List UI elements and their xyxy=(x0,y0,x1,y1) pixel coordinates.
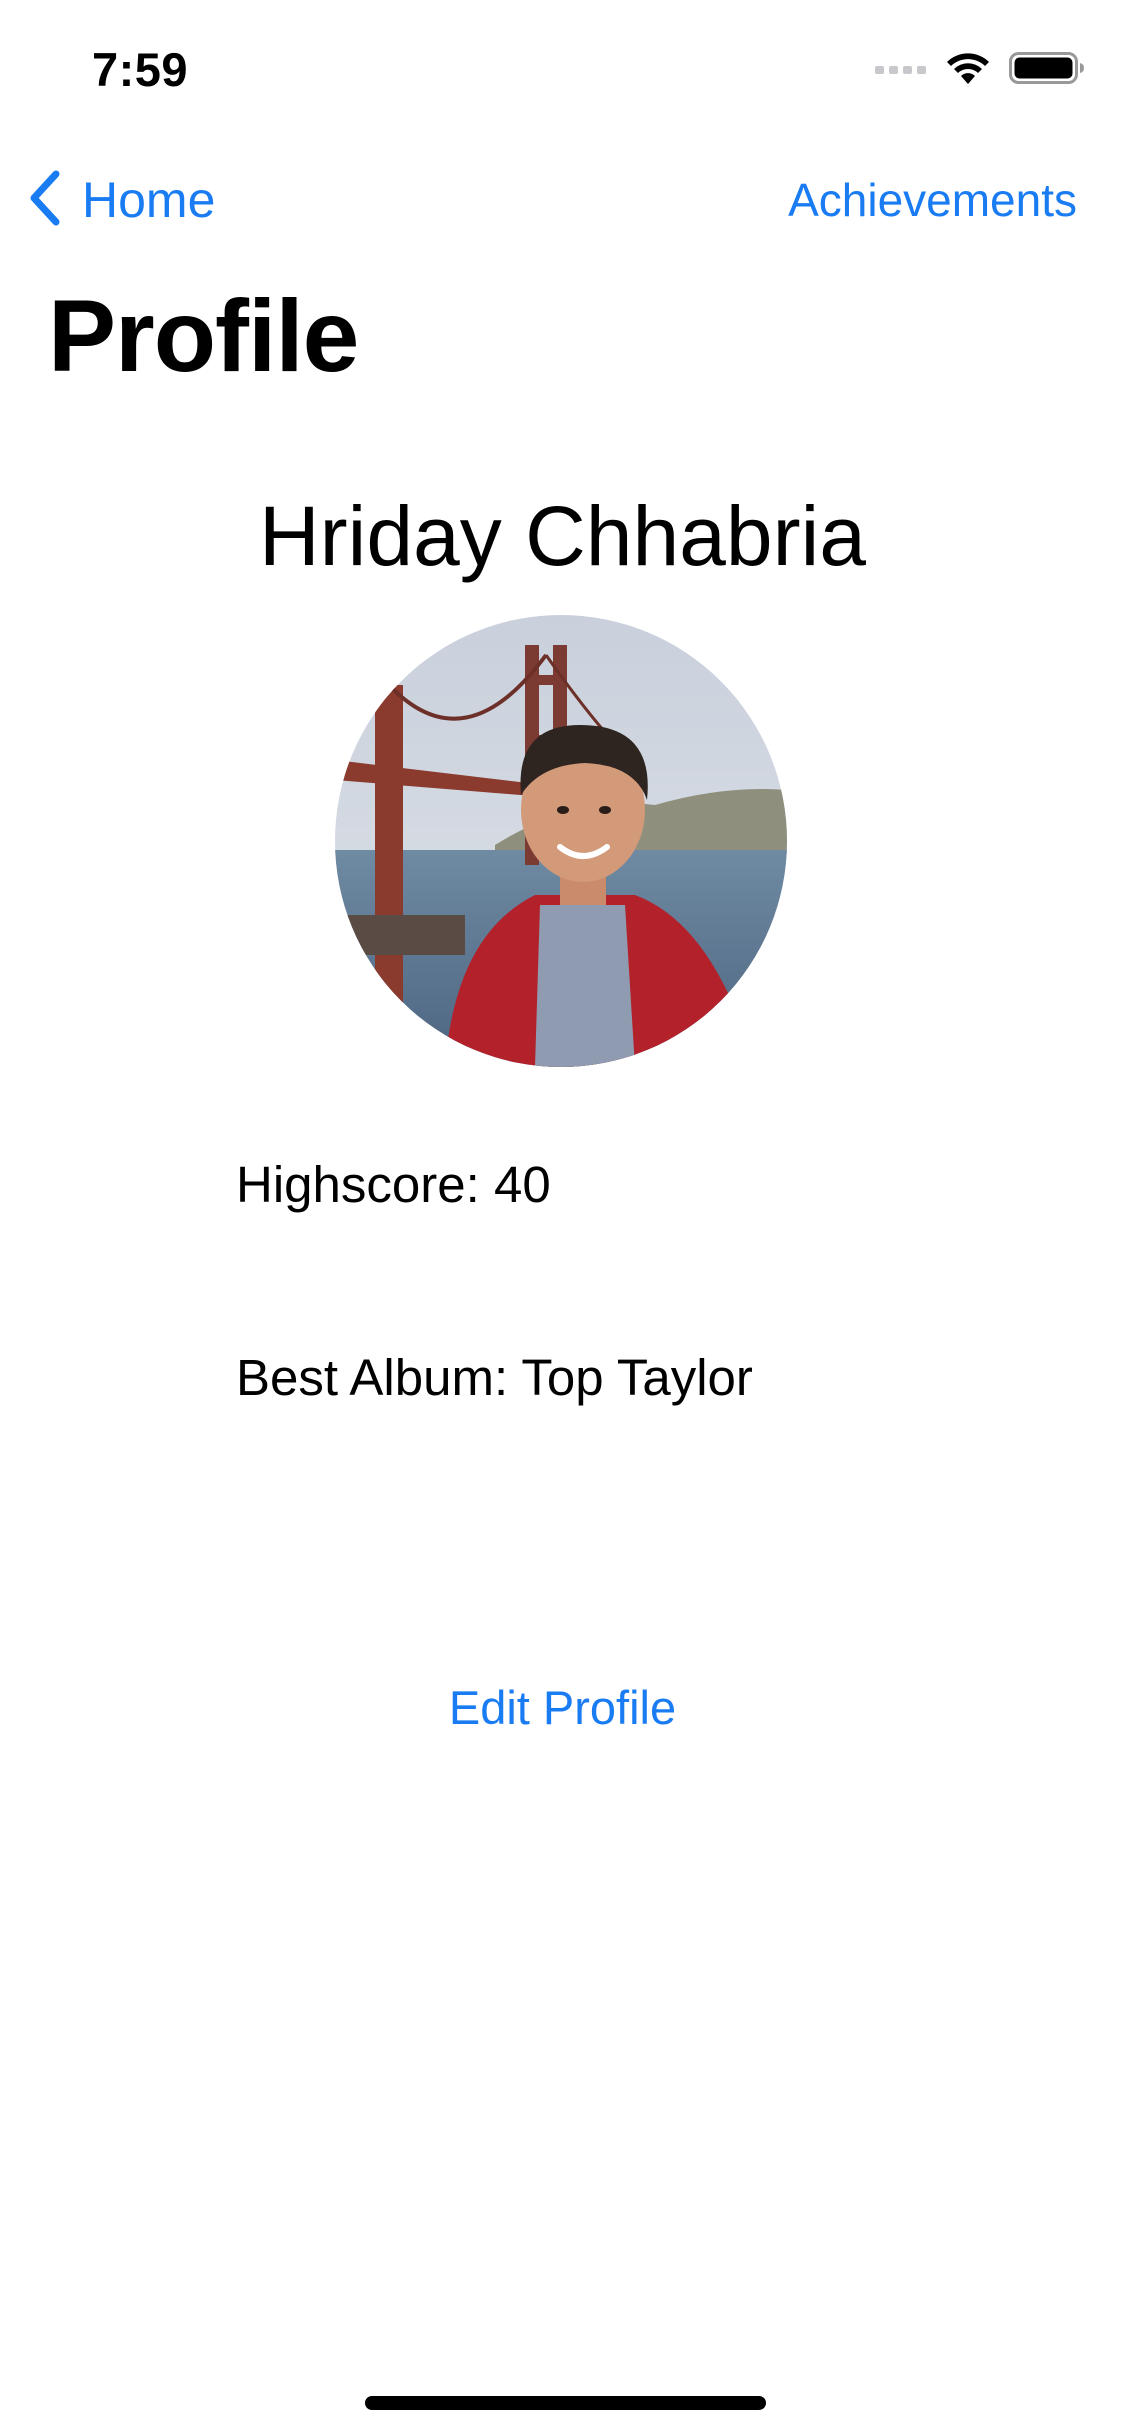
highscore-label: Highscore: xyxy=(236,1156,480,1213)
status-bar: 7:59 xyxy=(0,0,1125,140)
navigation-bar: Home Achievements xyxy=(0,160,1125,240)
best-album-text: Best Album: Top Taylor xyxy=(236,1348,753,1407)
achievements-button[interactable]: Achievements xyxy=(788,160,1077,240)
status-icons xyxy=(875,50,1085,90)
best-album-label: Best Album: xyxy=(236,1349,509,1406)
back-button-label: Home xyxy=(82,172,216,228)
highscore-value: 40 xyxy=(493,1156,551,1213)
battery-icon xyxy=(1009,50,1085,91)
back-button[interactable]: Home xyxy=(24,160,215,240)
status-time: 7:59 xyxy=(92,43,189,96)
avatar xyxy=(335,615,787,1067)
highscore-text: Highscore: 40 xyxy=(236,1155,551,1214)
wifi-icon xyxy=(945,50,991,91)
avatar-photo xyxy=(335,615,787,1067)
chevron-left-icon xyxy=(24,168,64,233)
profile-name: Hriday Chhabria xyxy=(259,489,866,583)
page-title: Profile xyxy=(48,279,359,393)
best-album-value: Top Taylor xyxy=(521,1349,753,1406)
home-indicator[interactable] xyxy=(365,2396,766,2410)
edit-profile-button[interactable]: Edit Profile xyxy=(0,1680,1125,1735)
cellular-signal-icon xyxy=(875,60,927,81)
